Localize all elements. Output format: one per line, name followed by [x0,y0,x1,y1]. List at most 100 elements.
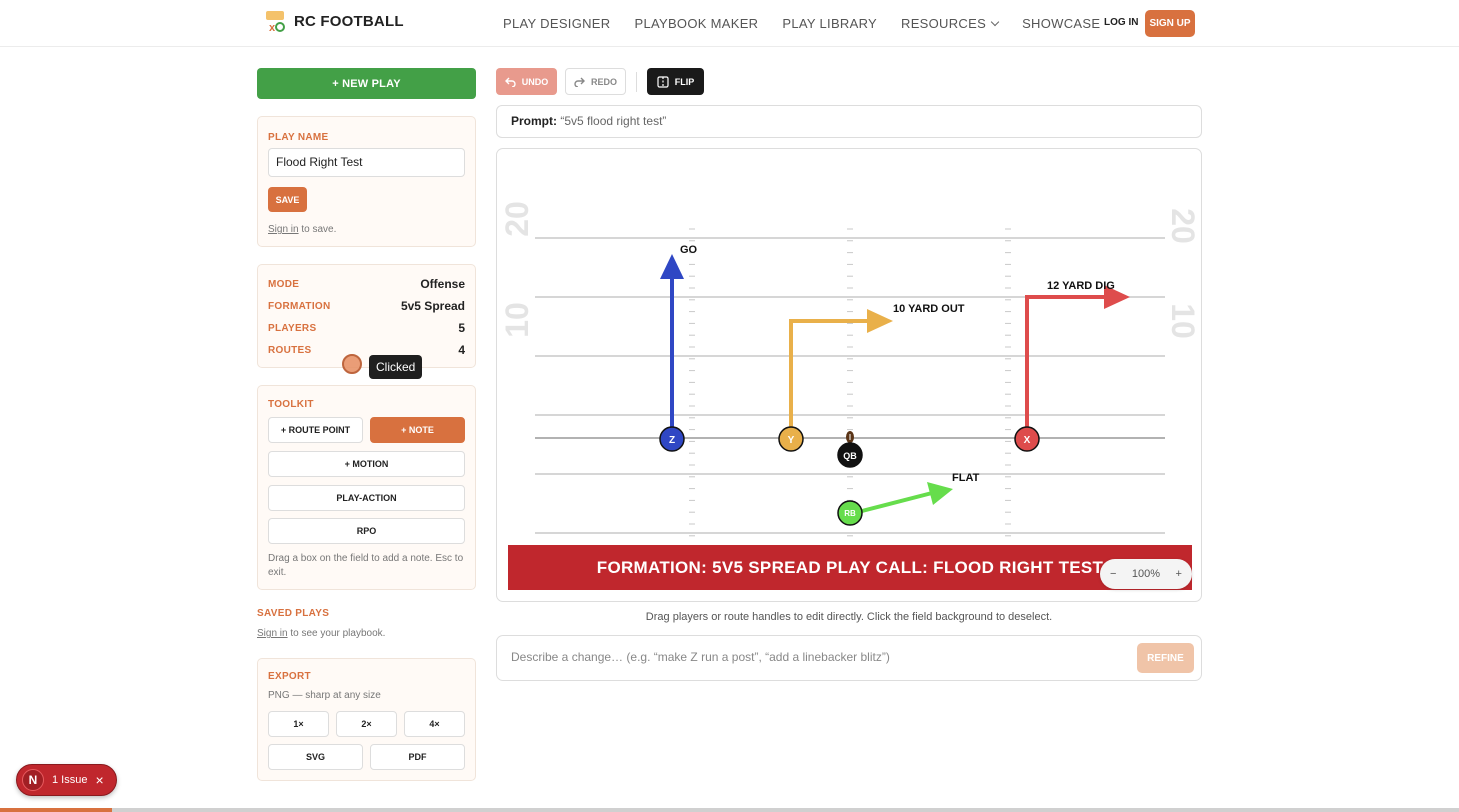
field-canvas[interactable]: 20 10 20 10 GO 10 YARD OUT 12 YARD DIG F… [497,149,1202,602]
stat-formation-value: 5v5 Spread [400,299,465,313]
nav-showcase[interactable]: SHOWCASE [1022,16,1100,31]
redo-icon [574,77,585,87]
nav-playbook-maker[interactable]: PLAYBOOK MAKER [634,16,758,31]
save-hint-text: to save. [298,224,337,235]
motion-button[interactable]: + MOTION [268,451,465,477]
toolbar-divider [636,72,637,92]
click-tooltip: Clicked [369,355,423,379]
prompt-label: Prompt: [511,114,557,128]
player-x[interactable]: X [1014,426,1040,452]
refine-input[interactable]: Describe a change… (e.g. “make Z run a p… [511,650,890,664]
main-nav: PLAY DESIGNER PLAYBOOK MAKER PLAY LIBRAR… [503,16,1100,31]
chevron-down-icon [990,17,1000,27]
logo-icon: x [266,11,285,33]
stat-mode-value: Offense [420,277,465,291]
add-note-button[interactable]: + NOTE [370,417,465,443]
saved-plays-label: SAVED PLAYS [257,608,330,619]
yard-number-right-10: 10 [1165,303,1201,339]
player-y[interactable]: Y [778,426,804,452]
player-rb[interactable]: RB [837,500,863,526]
export-label: EXPORT [268,671,311,682]
stat-players-value: 5 [458,321,465,335]
signup-button[interactable]: SIGN UP [1145,10,1195,37]
saved-hint-text: to see your playbook. [287,628,386,639]
redo-label: REDO [590,76,617,87]
zoom-out-button[interactable]: − [1110,568,1116,580]
route-dig-label: 12 YARD DIG [1047,280,1115,292]
refine-bar: Describe a change… (e.g. “make Z run a p… [496,635,1202,681]
player-rb-label: RB [844,509,856,518]
stat-routes-value: 4 [458,343,465,357]
play-field[interactable]: 20 10 20 10 GO 10 YARD OUT 12 YARD DIG F… [496,148,1202,602]
issue-n-icon: N [22,769,44,791]
route-go-label: GO [680,244,698,256]
undo-label: UNDO [521,76,549,87]
prompt-display: Prompt: “5v5 flood right test” [496,105,1202,138]
bottom-scroll-track [0,808,1459,812]
flip-button[interactable]: FLIP [647,68,704,95]
route-out[interactable] [789,319,869,427]
route-flat[interactable] [861,491,933,513]
flip-icon [657,75,669,88]
route-flat-label: FLAT [952,472,980,484]
nav-play-designer[interactable]: PLAY DESIGNER [503,16,610,31]
brand-logo[interactable]: x RC FOOTBALL [264,9,404,33]
play-action-button[interactable]: PLAY-ACTION [268,485,465,511]
zoom-control: − 100% + [1100,559,1192,589]
route-point-button[interactable]: + ROUTE POINT [268,417,363,443]
issue-count: 1 Issue [52,774,88,786]
export-svg-button[interactable]: SVG [268,744,363,770]
login-link[interactable]: LOG IN [1104,17,1138,28]
save-hint: Sign in to save. [268,224,336,235]
stat-mode: MODE Offense [268,277,465,291]
hash-marks [689,228,1011,537]
play-name-input[interactable]: Flood Right Test [268,148,465,177]
stat-formation-label: FORMATION [268,300,331,312]
sign-in-link[interactable]: Sign in [268,224,299,235]
saved-plays-hint: Sign in to see your playbook. [257,628,385,639]
play-call-banner: FORMATION: 5V5 SPREAD PLAY CALL: FLOOD R… [508,545,1192,590]
route-dig[interactable] [1025,295,1107,427]
saved-sign-in-link[interactable]: Sign in [257,628,288,639]
export-pdf-button[interactable]: PDF [370,744,465,770]
export-card: EXPORT PNG — sharp at any size 1× 2× 4× … [257,658,476,781]
redo-button[interactable]: REDO [565,68,626,95]
toolkit-card: TOOLKIT + ROUTE POINT + NOTE + MOTION PL… [257,385,476,590]
svg-text:x: x [269,22,276,33]
bottom-progress [0,808,112,812]
undo-icon [504,77,516,87]
play-stats-card: MODE Offense FORMATION 5v5 Spread PLAYER… [257,264,476,368]
refine-button[interactable]: REFINE [1137,643,1194,673]
field-edit-hint: Drag players or route handles to edit di… [645,611,1053,623]
export-1x-button[interactable]: 1× [268,711,329,737]
rpo-button[interactable]: RPO [268,518,465,544]
stat-players-label: PLAYERS [268,322,317,334]
stat-routes-label: ROUTES [268,344,312,356]
click-marker [342,354,362,374]
yard-number-left-20: 20 [499,201,535,237]
yard-number-left-10: 10 [499,302,535,338]
undo-button[interactable]: UNDO [496,68,557,95]
nav-resources[interactable]: RESOURCES [901,16,1000,31]
stat-routes: ROUTES 4 [268,343,465,357]
stat-players: PLAYERS 5 [268,321,465,335]
player-z[interactable]: Z [659,426,685,452]
toolkit-label: TOOLKIT [268,399,314,410]
route-go-arrowhead [660,254,684,279]
close-icon[interactable]: × [95,772,103,788]
player-qb[interactable]: QB [837,442,863,468]
player-y-label: Y [788,435,795,446]
brand-name: RC FOOTBALL [294,12,404,30]
export-4x-button[interactable]: 4× [404,711,465,737]
player-x-label: X [1024,435,1031,446]
new-play-button[interactable]: + NEW PLAY [257,68,476,99]
route-out-arrowhead [867,309,893,333]
export-2x-button[interactable]: 2× [336,711,397,737]
export-hint: PNG — sharp at any size [268,690,381,701]
issue-badge[interactable]: N 1 Issue × [16,764,117,796]
nav-play-library[interactable]: PLAY LIBRARY [782,16,877,31]
flip-label: FLIP [674,76,695,87]
stat-mode-label: MODE [268,278,300,290]
save-button[interactable]: SAVE [268,187,307,212]
zoom-in-button[interactable]: + [1176,568,1182,580]
